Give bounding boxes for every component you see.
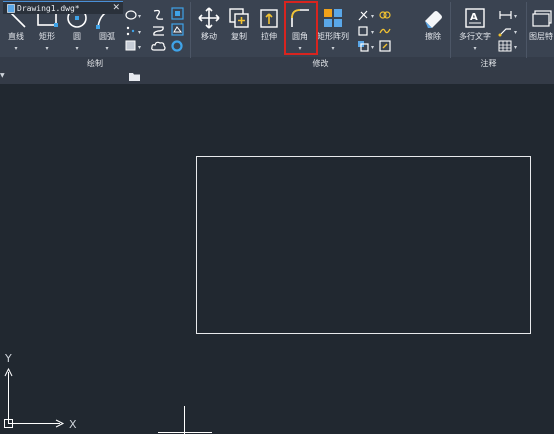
chamfer-button[interactable] — [378, 8, 396, 22]
drawn-rectangle[interactable] — [196, 156, 531, 334]
rotate-icon: ▾ — [358, 26, 374, 36]
layer-properties-button[interactable]: 图层特 — [527, 2, 554, 56]
svg-text:▾: ▾ — [138, 13, 141, 20]
ucs-y-label: Y — [4, 352, 12, 365]
hatch-icon: ▾ — [125, 40, 141, 51]
point-button[interactable]: ▾ — [124, 24, 142, 38]
svg-text:▾: ▾ — [138, 44, 141, 51]
boundary-button[interactable] — [170, 23, 188, 37]
table-button[interactable]: ▾ — [497, 39, 517, 53]
chevron-down-icon[interactable]: ▾ — [2, 46, 30, 52]
spline-button[interactable] — [150, 8, 168, 22]
stretch-icon — [260, 9, 278, 28]
layer-properties-label: 图层特 — [529, 32, 553, 41]
region-button[interactable] — [170, 7, 188, 21]
trim-icon: ▾ — [358, 10, 374, 21]
dimension-icon: ▾ — [499, 11, 517, 20]
chevron-down-icon[interactable]: ▾ — [63, 46, 91, 52]
join-icon — [379, 28, 391, 34]
text-icon: A — [465, 8, 485, 28]
chevron-down-icon[interactable]: ▾ — [319, 46, 347, 52]
fillet-highlight — [284, 1, 318, 55]
leader-icon: ▾ — [498, 28, 517, 37]
svg-text:▾: ▾ — [514, 13, 517, 20]
layer-icon — [532, 10, 552, 27]
donut-icon — [171, 40, 183, 52]
rect-array-button[interactable]: 矩形阵列 ▾ — [317, 2, 349, 56]
annotate-panel-label: 注释 — [480, 59, 497, 68]
cad-application: 直线 ▾ 矩形 ▾ 圆 ▾ 圆弧 ▾ ▾ ▾ ▾ 绘制 移动 复制 拉伸 圆角 … — [0, 0, 554, 434]
move-button[interactable]: 移动 — [195, 2, 223, 56]
ellipse-icon: ▾ — [125, 10, 141, 20]
svg-text:▾: ▾ — [371, 29, 374, 36]
explode-button[interactable] — [378, 39, 396, 53]
dimension-button[interactable]: ▾ — [497, 8, 517, 22]
erase-label: 擦除 — [425, 32, 441, 41]
polyline-icon — [153, 26, 164, 36]
modify-panel-label: 修改 — [312, 59, 329, 68]
table-icon: ▾ — [498, 40, 517, 52]
svg-text:▾: ▾ — [138, 29, 141, 36]
chevron-down-icon[interactable]: ▾ — [93, 46, 121, 52]
revcloud-button[interactable] — [150, 24, 168, 38]
trim-button[interactable]: ▾ — [356, 8, 374, 22]
polygon-button[interactable]: ▾ — [124, 8, 142, 22]
new-tab-icon[interactable] — [128, 71, 142, 83]
points-icon: ▾ — [126, 26, 141, 36]
close-icon[interactable]: ✕ — [112, 2, 120, 15]
chain-icon — [379, 11, 391, 19]
crosshair-cursor — [158, 406, 212, 434]
drawing-file-icon — [7, 4, 15, 13]
tab-scroll-indicator[interactable]: ▼ — [0, 72, 5, 79]
stretch-button[interactable]: 拉伸 — [255, 2, 283, 56]
annotate-panel: A 多行文字 ▾ ▾ ▾ ▾ 注释 — [451, 0, 526, 70]
ucs-x-label: X — [69, 418, 77, 431]
erase-button[interactable]: 擦除 — [419, 2, 447, 56]
document-tab-bar — [0, 70, 554, 84]
rect-array-label: 矩形阵列 — [317, 32, 349, 41]
hatch-button[interactable]: ▾ — [124, 39, 142, 53]
join-button[interactable] — [378, 24, 396, 38]
svg-text:▾: ▾ — [371, 13, 374, 20]
eraser-icon — [425, 11, 442, 28]
svg-text:▾: ▾ — [514, 29, 517, 36]
draw-panel-label: 绘制 — [87, 59, 103, 68]
chevron-down-icon[interactable]: ▾ — [33, 46, 61, 52]
svg-text:A: A — [470, 12, 478, 23]
svg-text:▾: ▾ — [371, 44, 374, 51]
drawing-canvas[interactable]: Y X — [0, 84, 554, 434]
copy-icon — [229, 8, 249, 28]
tab-label: Drawing1.dwg* — [17, 4, 80, 13]
region-icon — [171, 7, 184, 20]
leader-button[interactable]: ▾ — [497, 24, 517, 38]
rotate-button[interactable]: ▾ — [356, 24, 374, 38]
scale-icon: ▾ — [358, 41, 374, 52]
mtext-label: 多行文字 — [459, 32, 491, 41]
cloud-button[interactable] — [150, 39, 168, 53]
svg-text:▾: ▾ — [514, 44, 517, 51]
arc-label: 圆弧 — [99, 32, 115, 41]
boundary-icon — [171, 23, 184, 36]
spline-icon — [153, 9, 164, 20]
modify-panel: 移动 复制 拉伸 圆角 ▾ 矩形阵列 ▾ ▾ ▾ ▾ 擦除 修改 — [191, 0, 450, 70]
copy-button[interactable]: 复制 — [225, 2, 253, 56]
cloud-icon — [151, 41, 166, 51]
chevron-down-icon[interactable]: ▾ — [461, 46, 489, 52]
ucs-icon — [4, 367, 65, 428]
tab-drawing1[interactable]: Drawing1.dwg* ✕ — [3, 1, 123, 14]
move-icon — [198, 7, 220, 29]
explode-icon — [379, 40, 391, 52]
array-icon — [324, 9, 342, 27]
mtext-button[interactable]: A 多行文字 ▾ — [459, 2, 491, 56]
donut-button[interactable] — [170, 39, 188, 53]
scale-button[interactable]: ▾ — [356, 39, 374, 53]
